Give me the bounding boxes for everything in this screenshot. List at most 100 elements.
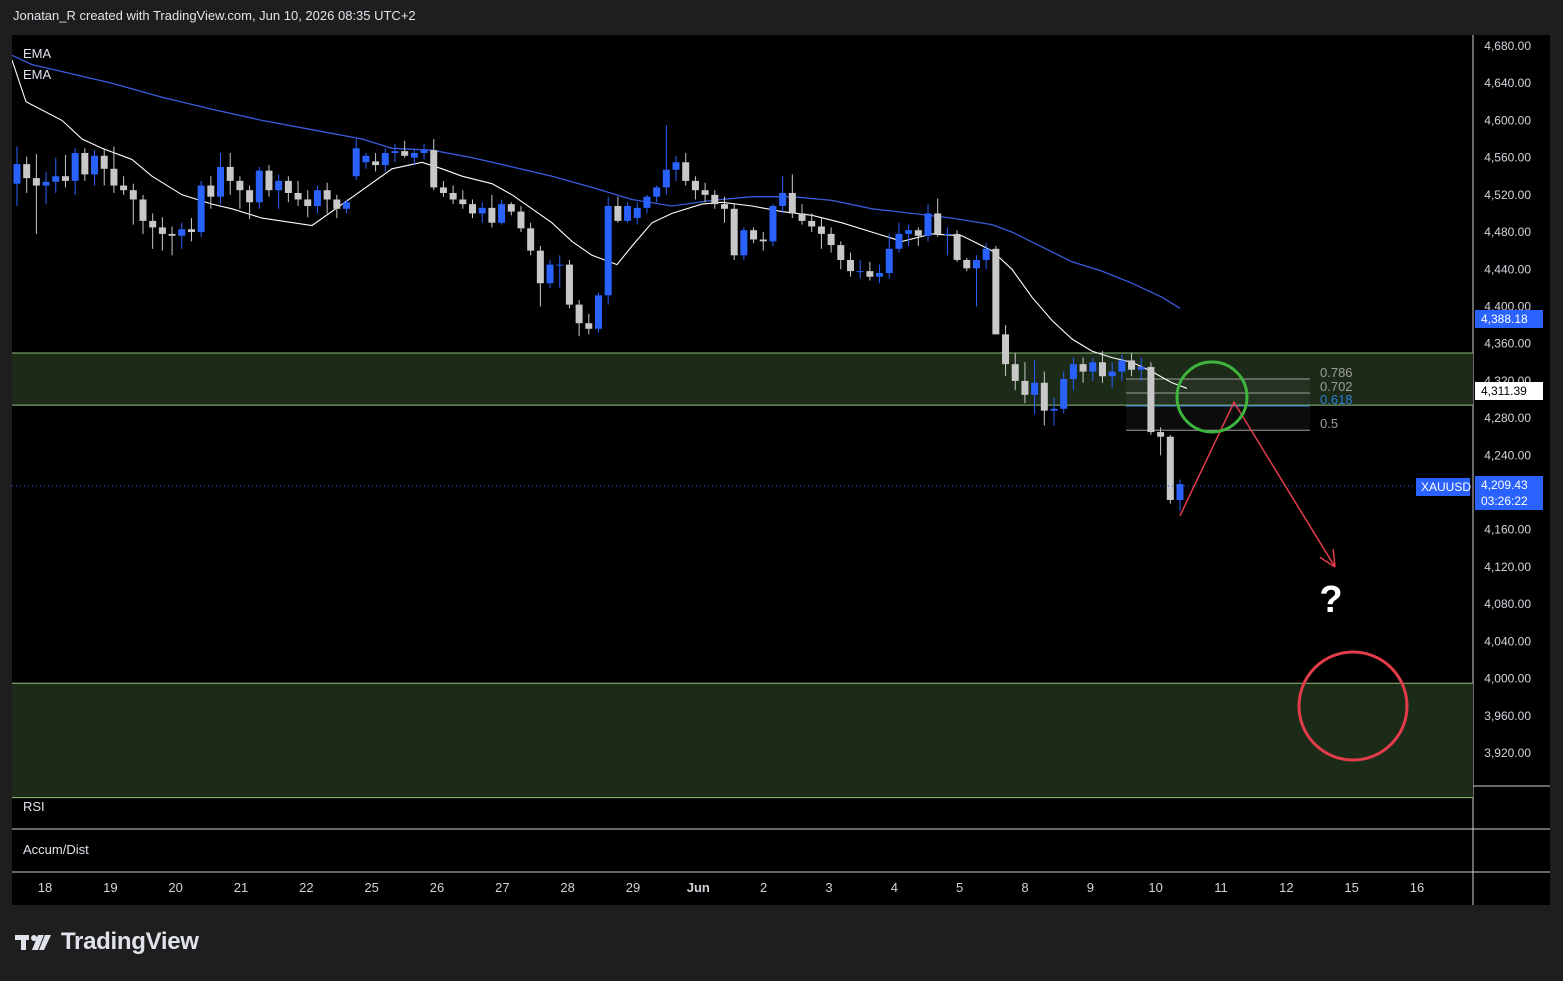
candle-body: [323, 190, 331, 200]
price-tick-label: 4,120.00: [1484, 560, 1531, 574]
candle-body: [226, 166, 234, 181]
candle-body: [313, 190, 321, 207]
candle-body: [52, 176, 60, 182]
candle: [730, 204, 738, 260]
candle-body: [507, 204, 515, 212]
candle-body: [604, 206, 612, 296]
candle: [604, 196, 612, 305]
candle-body: [788, 192, 796, 214]
candle-body: [1069, 364, 1077, 380]
time-tick-label: 10: [1148, 880, 1162, 895]
candle-body: [740, 230, 748, 256]
candle-body: [168, 233, 176, 236]
price-tick-label: 4,640.00: [1484, 76, 1531, 90]
candle: [1147, 362, 1155, 435]
tradingview-logo[interactable]: TradingView: [15, 928, 199, 956]
candle-body: [430, 150, 438, 188]
chart-frame[interactable]: 0.786 0.702 0.618 0.5 ? EMA EMA RSI Accum/D…: [11, 35, 1550, 905]
candle-body: [1128, 360, 1136, 370]
candle-body: [255, 170, 263, 203]
time-tick-label: 19: [103, 880, 117, 895]
candle-body: [498, 204, 506, 223]
candle-body: [1118, 360, 1126, 372]
candle-body: [527, 228, 535, 251]
price-chart[interactable]: 0.7860.7020.6180.5 ? EMA EMA RSI Accum/D…: [11, 35, 1550, 905]
candle-body: [759, 239, 767, 242]
candle-body: [1157, 432, 1165, 437]
time-tick-label: 27: [495, 880, 509, 895]
zone-1: [12, 683, 1473, 798]
candle-body: [536, 250, 544, 284]
candle-body: [992, 248, 1000, 335]
candle-body: [275, 180, 283, 191]
candle: [565, 259, 573, 309]
candle-body: [158, 227, 166, 234]
candle-body: [808, 220, 816, 227]
candle-body: [469, 204, 477, 214]
candle-body: [614, 206, 622, 221]
candle-body: [1108, 371, 1116, 377]
candle-body: [1060, 379, 1068, 409]
candle-body: [478, 207, 486, 214]
time-tick-label: 22: [299, 880, 313, 895]
candle-body: [798, 213, 806, 221]
ema-label-2[interactable]: EMA: [23, 67, 52, 82]
candle-body: [197, 185, 205, 233]
candle-body: [905, 230, 913, 234]
candle-body: [943, 233, 951, 235]
candle-body: [410, 152, 418, 158]
candle: [740, 227, 748, 260]
candle-body: [653, 187, 661, 197]
symbol-tag: XAUUSD: [1421, 480, 1471, 494]
price-tick-label: 4,360.00: [1484, 337, 1531, 351]
tradingview-logo-icon: [15, 935, 51, 950]
candle-body: [13, 164, 21, 184]
candle-body: [972, 259, 980, 269]
time-tick-label: 21: [234, 880, 248, 895]
candle-body: [110, 168, 118, 186]
candle-body: [1031, 382, 1039, 395]
time-axis[interactable]: 18 19 20 21 22 25 26 27 28 29 Jun 2 3 4 5 8 9 10 11 12 15 16: [38, 880, 1424, 895]
price-tick-label: 4,160.00: [1484, 523, 1531, 537]
time-tick-label: 16: [1410, 880, 1424, 895]
time-tick-label: 8: [1021, 880, 1028, 895]
candle-body: [207, 185, 215, 197]
candle-body: [42, 181, 50, 186]
price-tick-label: 4,560.00: [1484, 151, 1531, 165]
price-tick-label: 4,280.00: [1484, 411, 1531, 425]
rsi-label[interactable]: RSI: [23, 799, 45, 814]
candle-body: [294, 192, 302, 200]
accum-dist-label[interactable]: Accum/Dist: [23, 842, 89, 857]
candle-body: [265, 170, 273, 191]
candle-body: [304, 199, 312, 207]
candle-body: [217, 166, 225, 197]
time-tick-label: 15: [1344, 880, 1358, 895]
candle-body: [750, 230, 758, 240]
fib-level-label-2: 0.618: [1320, 392, 1353, 407]
candle-body: [585, 323, 593, 329]
ema-fast-price-tag: 4,311.39: [1481, 384, 1527, 398]
candle-body: [120, 185, 128, 191]
candle-body: [391, 151, 399, 153]
price-tick-label: 4,600.00: [1484, 113, 1531, 127]
time-tick-label: 4: [891, 880, 898, 895]
candle-body: [1147, 366, 1155, 433]
price-tick-label: 4,680.00: [1484, 39, 1531, 53]
candle-body: [61, 176, 69, 181]
question-mark-annotation: ?: [1319, 579, 1342, 621]
candle-body: [643, 196, 651, 208]
candle-body: [1089, 362, 1097, 372]
time-tick-label: 2: [760, 880, 767, 895]
candle-body: [236, 180, 244, 191]
candle-body: [934, 213, 942, 234]
time-tick-label: 3: [825, 880, 832, 895]
time-tick-label: 12: [1279, 880, 1293, 895]
last-price-tag: 4,209.43: [1481, 478, 1528, 492]
candle-body: [914, 230, 922, 236]
candle-body: [23, 164, 31, 179]
candle-body: [129, 190, 137, 200]
candle: [1166, 434, 1174, 504]
ema-slow-price-tag: 4,388.18: [1481, 312, 1528, 326]
ema-label-1[interactable]: EMA: [23, 46, 52, 61]
candle-body: [720, 204, 728, 209]
